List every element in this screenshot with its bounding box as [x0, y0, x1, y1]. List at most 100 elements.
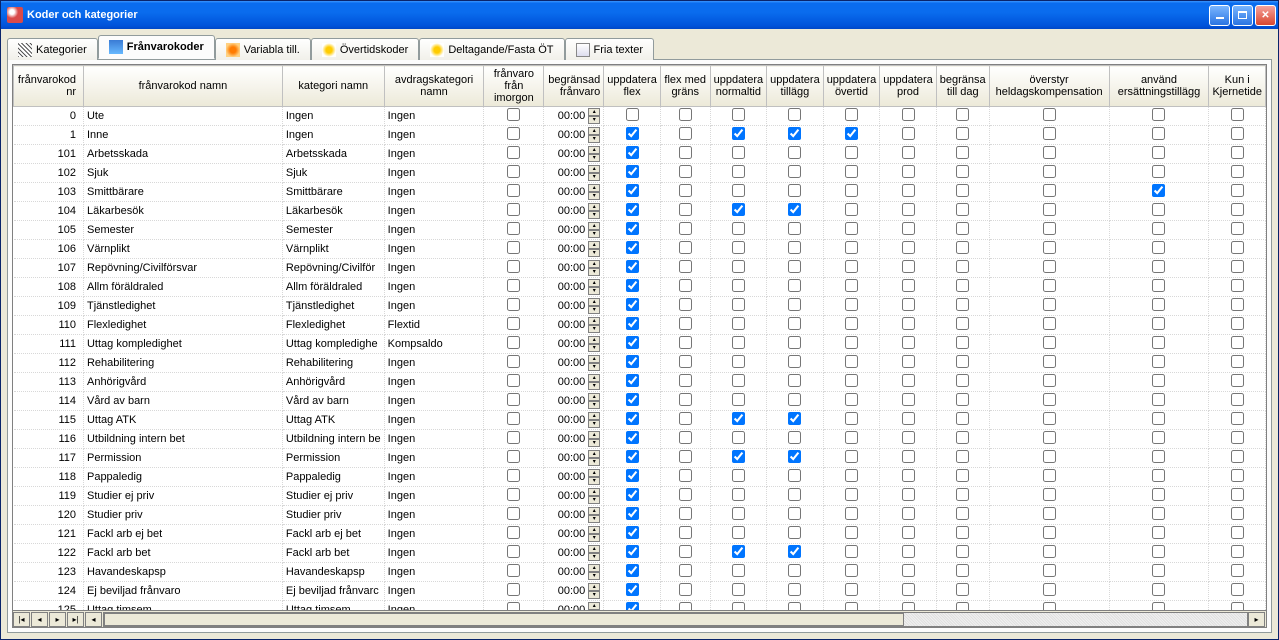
grid-checkbox[interactable] — [679, 146, 692, 159]
grid-cell[interactable] — [484, 164, 544, 183]
grid-checkbox[interactable] — [1231, 203, 1244, 216]
table-row[interactable]: 105SemesterSemesterIngen00:00▴▾ — [14, 221, 1266, 240]
grid-checkbox[interactable] — [507, 298, 520, 311]
grid-cell[interactable] — [710, 297, 767, 316]
grid-checkbox[interactable] — [1231, 431, 1244, 444]
grid-checkbox[interactable] — [788, 583, 801, 596]
grid-cell[interactable] — [660, 335, 710, 354]
grid-checkbox[interactable] — [732, 450, 745, 463]
grid-cell[interactable] — [604, 240, 661, 259]
table-row[interactable]: 118PappaledigPappaledigIngen00:00▴▾ — [14, 468, 1266, 487]
table-row[interactable]: 115Uttag ATKUttag ATKIngen00:00▴▾ — [14, 411, 1266, 430]
grid-checkbox[interactable] — [507, 127, 520, 140]
grid-cell[interactable] — [936, 240, 989, 259]
grid-checkbox[interactable] — [956, 146, 969, 159]
grid-cell[interactable] — [936, 563, 989, 582]
table-row[interactable]: 111Uttag kompledighetUttag kompledigheKo… — [14, 335, 1266, 354]
grid-cell[interactable] — [710, 145, 767, 164]
grid-cell[interactable] — [823, 544, 880, 563]
grid-cell[interactable] — [989, 316, 1109, 335]
grid-checkbox[interactable] — [1152, 279, 1165, 292]
spin-down-icon[interactable]: ▾ — [588, 344, 600, 352]
grid-checkbox[interactable] — [507, 336, 520, 349]
grid-cell[interactable]: 00:00▴▾ — [544, 335, 604, 354]
grid-checkbox[interactable] — [1231, 127, 1244, 140]
grid-cell[interactable]: 00:00▴▾ — [544, 449, 604, 468]
time-spinner[interactable]: ▴▾ — [588, 412, 600, 428]
spin-up-icon[interactable]: ▴ — [588, 241, 600, 249]
spin-down-icon[interactable]: ▾ — [588, 572, 600, 580]
grid-cell[interactable] — [936, 392, 989, 411]
grid-cell[interactable] — [604, 107, 661, 126]
grid-cell[interactable] — [767, 126, 824, 145]
grid-cell[interactable]: Uttag kompledighe — [282, 335, 384, 354]
grid-checkbox[interactable] — [626, 507, 639, 520]
grid-cell[interactable] — [989, 221, 1109, 240]
grid-checkbox[interactable] — [626, 355, 639, 368]
grid-cell[interactable]: 108 — [14, 278, 84, 297]
grid-cell[interactable] — [484, 297, 544, 316]
grid-cell[interactable] — [767, 259, 824, 278]
grid-cell[interactable] — [936, 525, 989, 544]
grid-cell[interactable]: 102 — [14, 164, 84, 183]
grid-checkbox[interactable] — [626, 127, 639, 140]
grid-checkbox[interactable] — [788, 336, 801, 349]
grid-checkbox[interactable] — [956, 374, 969, 387]
grid-cell[interactable] — [1109, 601, 1209, 611]
grid-cell[interactable] — [710, 411, 767, 430]
scroll-thumb[interactable] — [104, 613, 904, 626]
grid-cell[interactable] — [989, 164, 1109, 183]
grid-cell[interactable] — [880, 411, 937, 430]
grid-checkbox[interactable] — [679, 260, 692, 273]
grid-cell[interactable]: Permission — [83, 449, 282, 468]
grid-cell[interactable] — [880, 506, 937, 525]
time-spinner[interactable]: ▴▾ — [588, 526, 600, 542]
grid-checkbox[interactable] — [626, 412, 639, 425]
grid-cell[interactable]: 109 — [14, 297, 84, 316]
grid-checkbox[interactable] — [845, 545, 858, 558]
grid-cell[interactable]: 121 — [14, 525, 84, 544]
time-spinner[interactable]: ▴▾ — [588, 450, 600, 466]
grid-checkbox[interactable] — [1231, 146, 1244, 159]
grid-cell[interactable] — [604, 468, 661, 487]
time-spinner[interactable]: ▴▾ — [588, 469, 600, 485]
grid-checkbox[interactable] — [507, 393, 520, 406]
grid-checkbox[interactable] — [1152, 355, 1165, 368]
grid-cell[interactable]: Flexledighet — [83, 316, 282, 335]
grid-checkbox[interactable] — [1152, 545, 1165, 558]
grid-checkbox[interactable] — [507, 203, 520, 216]
grid-cell[interactable] — [880, 316, 937, 335]
grid-cell[interactable] — [1209, 601, 1266, 611]
grid-checkbox[interactable] — [1152, 583, 1165, 596]
grid-cell[interactable]: 116 — [14, 430, 84, 449]
grid-checkbox[interactable] — [845, 146, 858, 159]
spin-down-icon[interactable]: ▾ — [588, 515, 600, 523]
grid-cell[interactable] — [660, 563, 710, 582]
grid-cell[interactable]: Uttag ATK — [83, 411, 282, 430]
grid-checkbox[interactable] — [1231, 507, 1244, 520]
grid-checkbox[interactable] — [1043, 317, 1056, 330]
grid-checkbox[interactable] — [679, 545, 692, 558]
grid-checkbox[interactable] — [679, 393, 692, 406]
grid-checkbox[interactable] — [845, 507, 858, 520]
grid-checkbox[interactable] — [788, 241, 801, 254]
grid-cell[interactable] — [880, 354, 937, 373]
grid-cell[interactable] — [823, 525, 880, 544]
grid-cell[interactable] — [484, 259, 544, 278]
grid-cell[interactable]: Sjuk — [83, 164, 282, 183]
grid-cell[interactable] — [989, 487, 1109, 506]
grid-checkbox[interactable] — [626, 431, 639, 444]
grid-cell[interactable] — [484, 506, 544, 525]
grid-checkbox[interactable] — [1231, 526, 1244, 539]
grid-cell[interactable]: 00:00▴▾ — [544, 107, 604, 126]
time-spinner[interactable]: ▴▾ — [588, 184, 600, 200]
grid-cell[interactable] — [989, 392, 1109, 411]
grid-checkbox[interactable] — [1043, 507, 1056, 520]
grid-cell[interactable] — [484, 240, 544, 259]
grid-cell[interactable] — [660, 107, 710, 126]
grid-cell[interactable]: Flexledighet — [282, 316, 384, 335]
grid-cell[interactable]: 00:00▴▾ — [544, 487, 604, 506]
grid-checkbox[interactable] — [902, 184, 915, 197]
grid-cell[interactable] — [936, 506, 989, 525]
grid-cell[interactable]: Havandeskapsp — [83, 563, 282, 582]
